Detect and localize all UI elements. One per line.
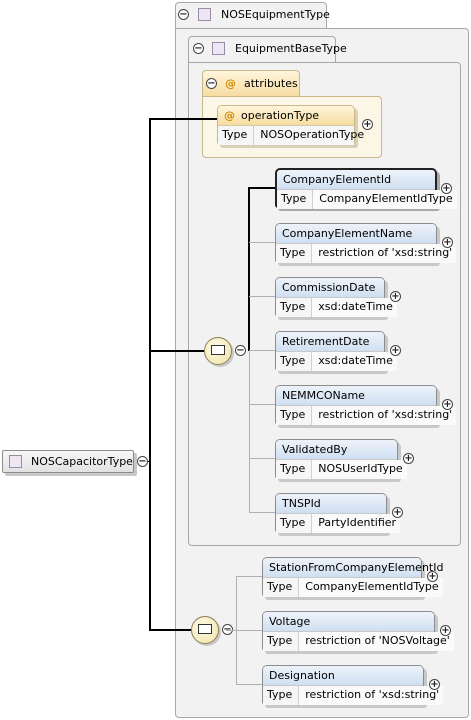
- element-designation[interactable]: Designation Type restriction of 'xsd:stri…: [262, 665, 444, 705]
- connector-seq1-rest: [249, 351, 250, 513]
- connector-seq2-mid: [226, 630, 236, 631]
- collapse-nosequipmenttype-icon[interactable]: −: [178, 9, 189, 20]
- element-name: CompanyElementId: [277, 170, 435, 189]
- collapse-sequence-icon[interactable]: −: [235, 345, 246, 356]
- connector-seq1-active: [248, 188, 250, 351]
- element-companyelementname[interactable]: CompanyElementName Type restriction of 'x…: [275, 223, 457, 263]
- sequence-glyph-icon: [211, 345, 225, 355]
- connector-trunk: [149, 120, 151, 630]
- connector-seq1-first: [248, 187, 275, 189]
- element-retirementdate[interactable]: RetirementDate Type xsd:dateTime: [275, 331, 397, 371]
- element-name: TNSPId: [276, 494, 386, 513]
- type-value: xsd:dateTime: [312, 352, 397, 371]
- attribute-operationtype[interactable]: @ operationType Type NOSOperationType: [217, 105, 364, 145]
- type-value: xsd:dateTime: [312, 298, 397, 317]
- connector-branch: [249, 296, 275, 297]
- element-companyelementid[interactable]: CompanyElementId Type CompanyElementIdTyp…: [275, 168, 457, 209]
- connector-branch: [249, 512, 275, 513]
- expand-element-icon[interactable]: +: [442, 237, 453, 248]
- type-key: Type: [218, 126, 255, 145]
- connector-branch: [249, 458, 275, 459]
- expand-element-icon[interactable]: +: [442, 399, 453, 410]
- attribute-at-icon: @: [225, 77, 236, 90]
- type-key: Type: [276, 406, 313, 425]
- type-value: CompanyElementIdType: [299, 578, 443, 597]
- expand-element-icon[interactable]: +: [427, 571, 438, 582]
- type-value: restriction of 'NOSVoltage': [299, 632, 454, 651]
- element-name: NEMMCOName: [276, 386, 436, 405]
- connector-to-seq1: [149, 350, 204, 352]
- type-swatch-icon: [212, 42, 225, 55]
- root-label: NOSCapacitorType: [3, 451, 133, 472]
- type-value: restriction of 'xsd:string': [299, 686, 444, 705]
- equipmentbasetype-label: EquipmentBaseType: [235, 42, 347, 55]
- type-key: Type: [276, 244, 313, 263]
- connector-branch: [236, 630, 262, 631]
- connector-branch: [236, 576, 262, 577]
- type-value: restriction of 'xsd:string': [312, 244, 457, 263]
- expand-attribute-icon[interactable]: +: [362, 119, 373, 130]
- expand-element-icon[interactable]: +: [390, 345, 401, 356]
- element-name: ValidatedBy: [276, 440, 397, 459]
- attribute-at-icon: @: [224, 109, 235, 122]
- element-stationfromcompanyelementid[interactable]: StationFromCompanyElementId Type CompanyE…: [262, 557, 443, 597]
- expand-element-icon[interactable]: +: [440, 625, 451, 636]
- sequence-glyph-icon: [198, 624, 212, 634]
- attributes-label: attributes: [244, 77, 298, 90]
- expand-element-icon[interactable]: +: [429, 679, 440, 690]
- element-name: CommissionDate: [276, 278, 384, 297]
- type-key: Type: [263, 632, 300, 651]
- type-value: NOSUserIdType: [312, 460, 407, 479]
- type-value: NOSOperationType: [260, 128, 365, 141]
- element-name: Voltage: [263, 612, 434, 631]
- type-swatch-icon: [198, 8, 211, 21]
- type-key: Type: [276, 352, 313, 371]
- expand-element-icon[interactable]: +: [441, 183, 452, 194]
- element-voltage[interactable]: Voltage Type restriction of 'NOSVoltage': [262, 611, 454, 651]
- type-key: Type: [263, 578, 300, 597]
- element-name: CompanyElementName: [276, 224, 436, 243]
- type-swatch-icon: [9, 455, 22, 468]
- type-key: Type: [276, 298, 313, 317]
- type-key: Type: [263, 686, 300, 705]
- collapse-attributes-icon[interactable]: −: [206, 78, 217, 89]
- connector-branch: [236, 684, 262, 685]
- connector-branch: [249, 350, 275, 351]
- type-value: CompanyElementIdType: [313, 190, 457, 209]
- expand-element-icon[interactable]: +: [403, 453, 414, 464]
- connector-to-seq2: [149, 629, 191, 631]
- type-key: Type: [276, 460, 313, 479]
- expand-element-icon[interactable]: +: [390, 291, 401, 302]
- type-value: restriction of 'xsd:string': [312, 406, 457, 425]
- element-nemmconame[interactable]: NEMMCOName Type restriction of 'xsd:strin…: [275, 385, 457, 425]
- element-commissiondate[interactable]: CommissionDate Type xsd:dateTime: [275, 277, 397, 317]
- type-key: Type: [276, 514, 313, 533]
- connector-to-attribute: [149, 118, 217, 120]
- type-value: PartyIdentifier: [312, 514, 401, 533]
- expand-element-icon[interactable]: +: [392, 507, 403, 518]
- collapse-root-icon[interactable]: −: [137, 456, 148, 467]
- element-validatedby[interactable]: ValidatedBy Type NOSUserIdType: [275, 439, 407, 479]
- element-name: Designation: [263, 666, 423, 685]
- collapse-equipmentbasetype-icon[interactable]: −: [193, 43, 204, 54]
- connector-branch: [249, 404, 275, 405]
- element-name: StationFromCompanyElementId: [263, 558, 443, 577]
- connector-branch: [249, 242, 275, 243]
- attribute-name: operationType: [241, 109, 320, 122]
- nosequipmenttype-label: NOSEquipmentType: [221, 8, 330, 21]
- type-key: Type: [277, 190, 314, 209]
- element-name: RetirementDate: [276, 332, 384, 351]
- element-tnspid[interactable]: TNSPId Type PartyIdentifier: [275, 493, 401, 533]
